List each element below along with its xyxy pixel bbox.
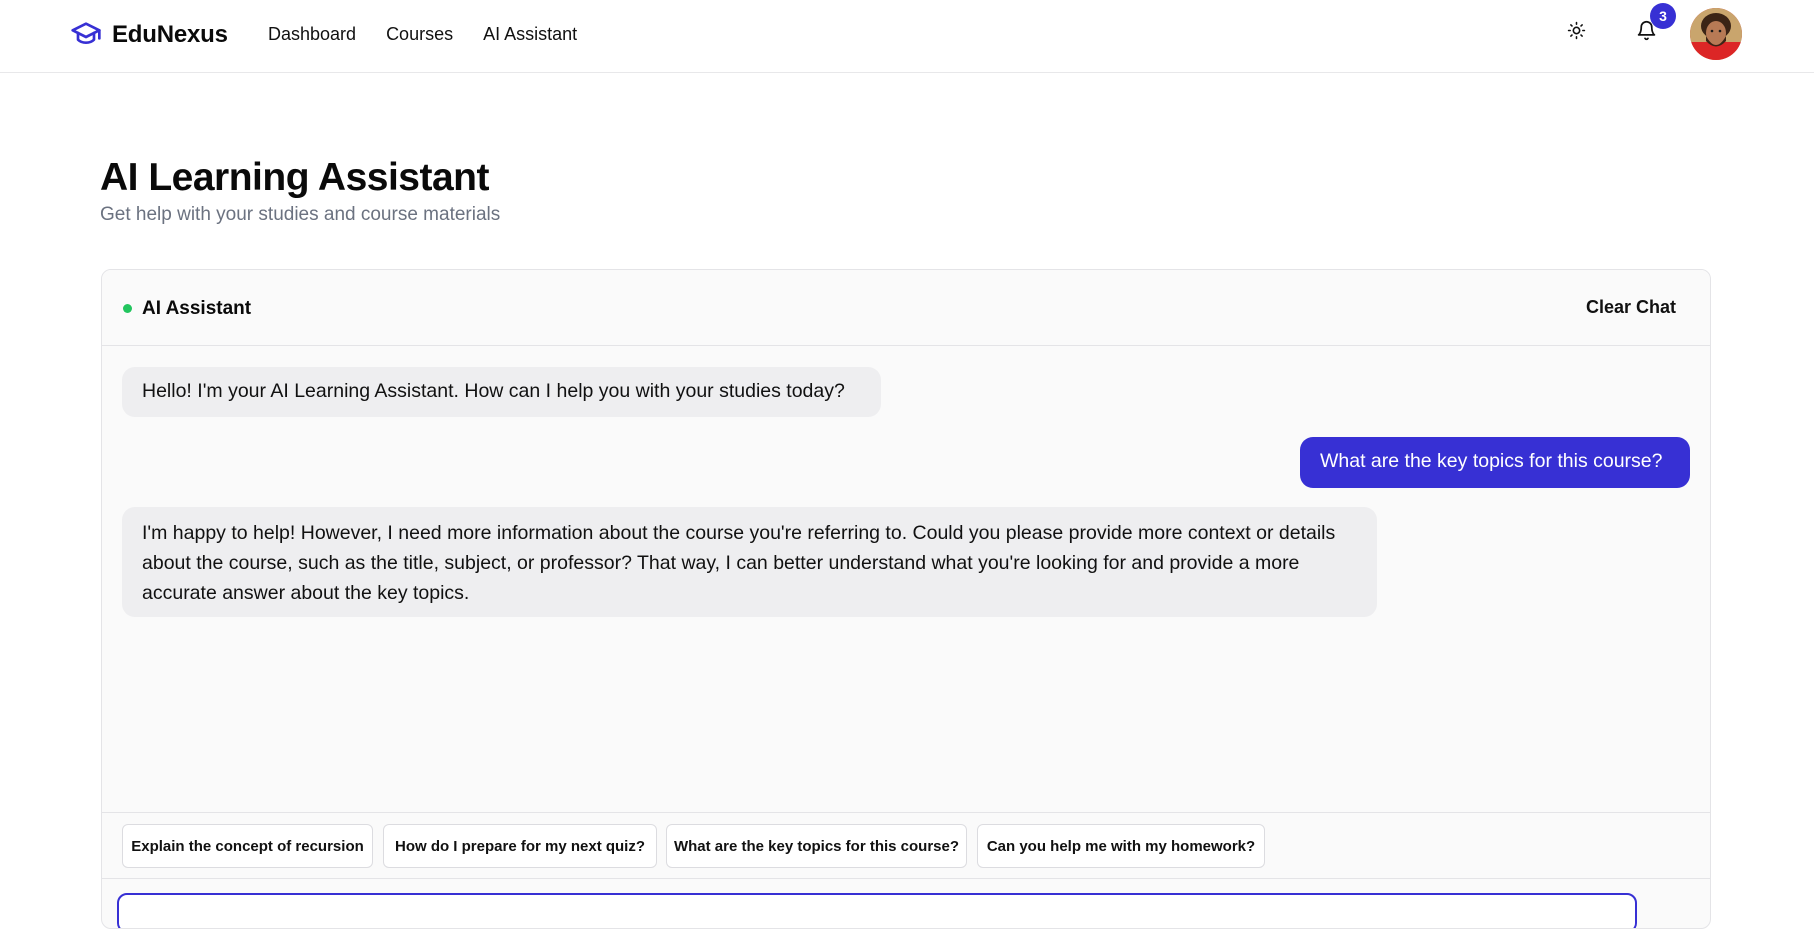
chat-header: AI Assistant Clear Chat [102, 270, 1710, 346]
brand-name: EduNexus [112, 21, 228, 48]
message-input[interactable] [117, 893, 1637, 928]
suggestion-chip[interactable]: Explain the concept of recursion [122, 824, 373, 868]
assistant-message: Hello! I'm your AI Learning Assistant. H… [122, 367, 881, 417]
chat-panel: AI Assistant Clear Chat Hello! I'm your … [101, 269, 1711, 929]
online-status-dot [123, 304, 132, 313]
graduation-cap-icon [70, 17, 102, 54]
assistant-message: I'm happy to help! However, I need more … [122, 507, 1377, 617]
main-nav: Dashboard Courses AI Assistant [268, 22, 577, 46]
nav-link-dashboard[interactable]: Dashboard [268, 22, 356, 46]
suggestion-chip[interactable]: How do I prepare for my next quiz? [383, 824, 657, 868]
suggested-prompts: Explain the concept of recursion How do … [102, 812, 1710, 879]
suggestion-chip[interactable]: Can you help me with my homework? [977, 824, 1265, 868]
nav-link-courses[interactable]: Courses [386, 22, 453, 46]
suggestion-chip[interactable]: What are the key topics for this course? [666, 824, 967, 868]
page-title: AI Learning Assistant [100, 156, 489, 199]
nav-link-ai-assistant[interactable]: AI Assistant [483, 22, 577, 46]
page-subtitle: Get help with your studies and course ma… [100, 204, 501, 225]
sun-icon [1567, 21, 1586, 45]
message-list[interactable]: Hello! I'm your AI Learning Assistant. H… [102, 347, 1710, 811]
clear-chat-button[interactable]: Clear Chat [1586, 295, 1676, 319]
theme-toggle-button[interactable] [1558, 15, 1594, 51]
user-message: What are the key topics for this course? [1300, 437, 1690, 488]
brand-logo[interactable]: EduNexus [70, 18, 228, 52]
notification-count-badge: 3 [1650, 3, 1676, 29]
chat-title: AI Assistant [142, 298, 252, 319]
user-avatar[interactable] [1690, 8, 1742, 60]
top-navbar: EduNexus Dashboard Courses AI Assistant … [0, 0, 1814, 73]
